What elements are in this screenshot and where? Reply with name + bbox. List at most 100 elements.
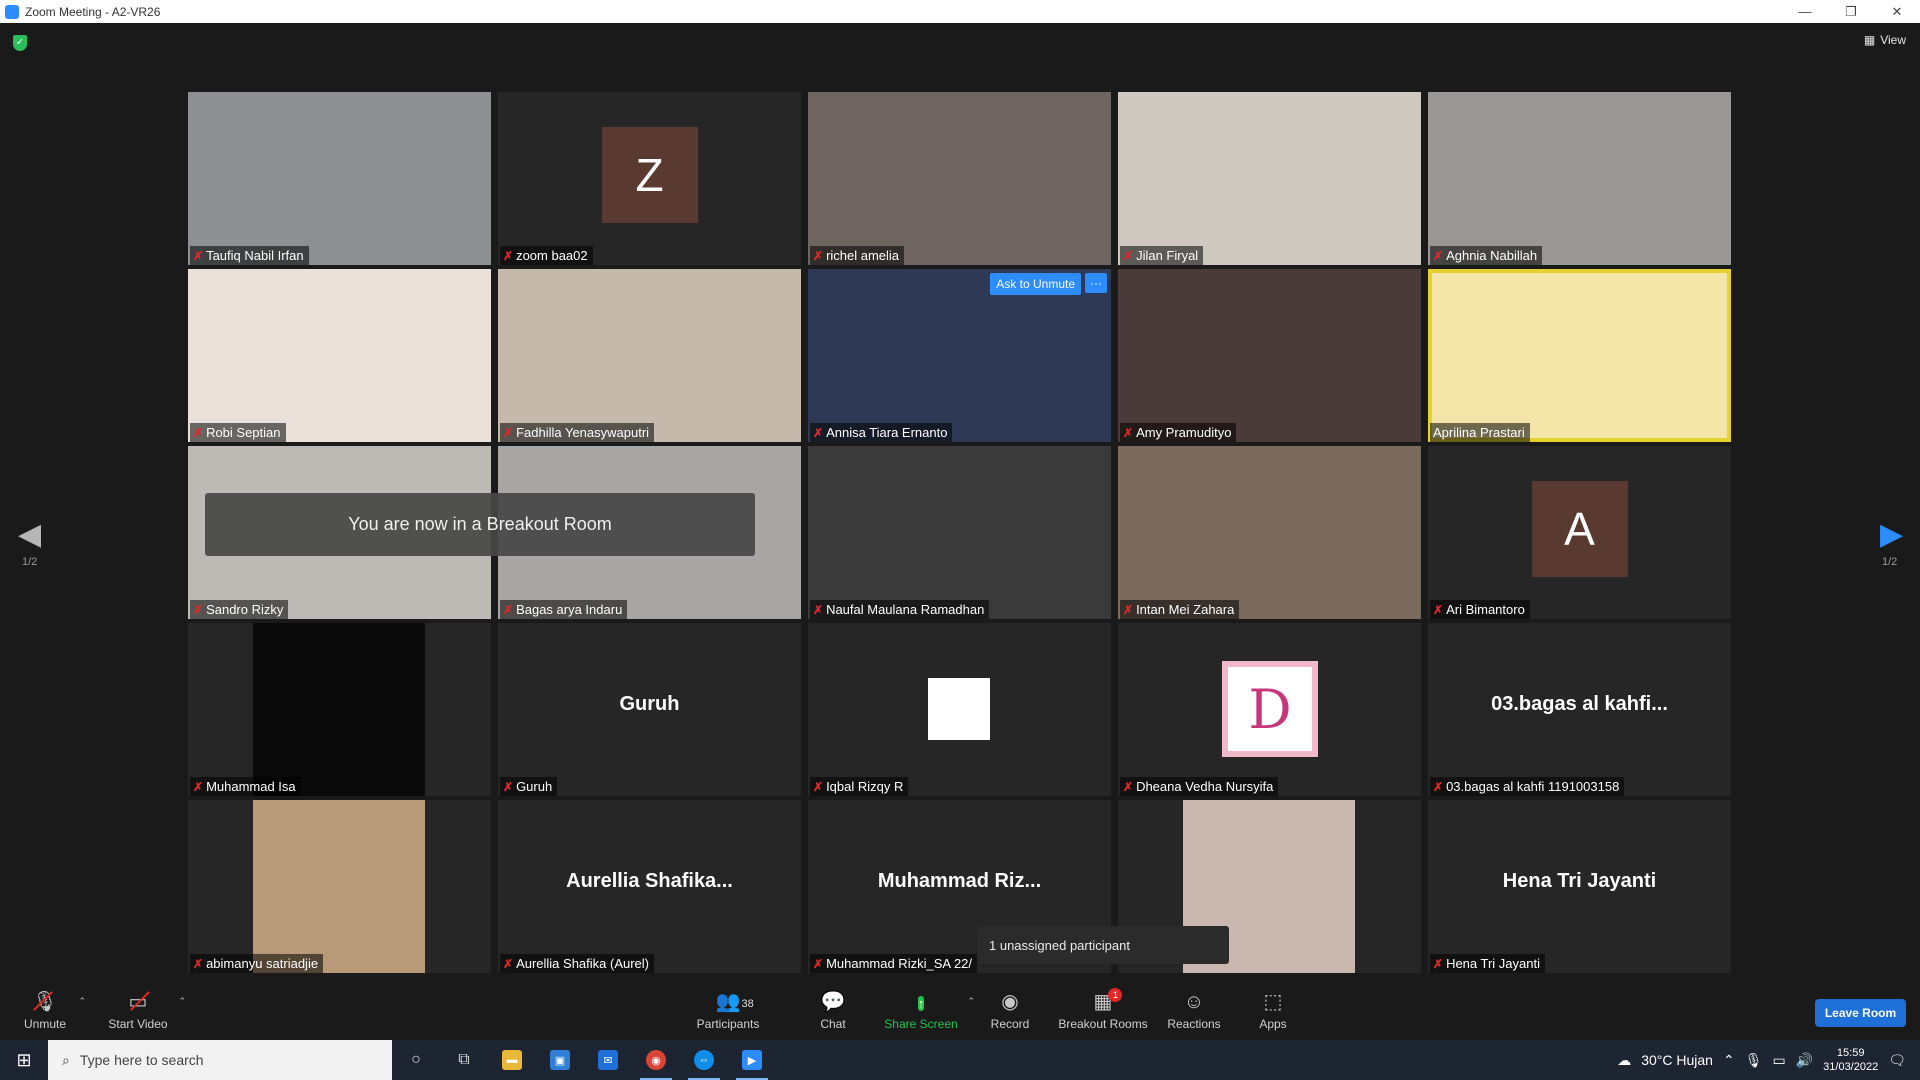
search-placeholder: Type here to search — [79, 1052, 204, 1068]
share-screen-label: Share Screen — [884, 1016, 958, 1031]
zoom-logo-icon — [5, 4, 19, 19]
microsoft-store-icon[interactable]: ▣ — [536, 1040, 584, 1080]
muted-mic-icon: ✗ — [1123, 248, 1134, 263]
page-indicator-left: 1/2 — [22, 556, 38, 568]
participant-name-tag: ✗ Aurellia Shafika (Aurel) — [500, 954, 655, 973]
more-options-button[interactable]: ··· — [1085, 273, 1107, 293]
participant-tile[interactable]: ✗ richel amelia — [808, 92, 1111, 265]
reactions-button[interactable]: ☺ Reactions — [1166, 980, 1222, 1040]
muted-mic-icon: ✗ — [813, 956, 824, 971]
zoom-taskbar-icon[interactable]: ▶ — [728, 1040, 776, 1080]
participant-tile[interactable]: Ask to Unmute ··· ✗ Annisa Tiara Ernanto — [808, 269, 1111, 442]
record-label: Record — [990, 1016, 1030, 1031]
avatar: D — [1222, 661, 1318, 757]
teamviewer-icon[interactable]: ⇔ — [680, 1040, 728, 1080]
participant-tile[interactable]: D ✗ Dheana Vedha Nursyifa — [1118, 623, 1421, 796]
participant-tile[interactable]: ✗ Taufiq Nabil Irfan — [188, 92, 491, 265]
taskbar-clock[interactable]: 15:59 31/03/2022 — [1823, 1046, 1878, 1074]
notifications-icon[interactable]: 🗨 — [1888, 1052, 1906, 1069]
breakout-rooms-icon: ▦ 1 — [1094, 987, 1123, 1014]
view-button[interactable]: ▦ View — [1864, 33, 1906, 47]
record-button[interactable]: ◉ Record — [988, 980, 1032, 1040]
minimize-button[interactable]: — — [1782, 0, 1828, 23]
chrome-icon[interactable]: ◉ — [632, 1040, 680, 1080]
grid-icon: ▦ — [1863, 33, 1876, 47]
breakout-rooms-button[interactable]: ▦ 1 Breakout Rooms — [1058, 980, 1148, 1040]
chat-label: Chat — [820, 1016, 846, 1031]
participant-name: Hena Tri Jayanti — [1446, 956, 1540, 971]
muted-mic-icon: ✗ — [193, 956, 204, 971]
weather-icon[interactable]: ☁ — [1617, 1052, 1631, 1069]
audio-options-caret-icon[interactable]: ⌃ — [78, 996, 86, 1007]
participant-tile[interactable]: Aprilina Prastari — [1428, 269, 1731, 442]
share-options-caret-icon[interactable]: ⌃ — [967, 996, 975, 1007]
participant-name: Aprilina Prastari — [1433, 425, 1525, 440]
task-view-icon[interactable]: ⧉ — [440, 1040, 488, 1080]
video-options-caret-icon[interactable]: ⌃ — [178, 996, 186, 1007]
page-indicator-right: 1/2 — [1882, 556, 1898, 568]
network-icon[interactable]: ▭ — [1772, 1052, 1785, 1069]
muted-mic-icon: ✗ — [503, 248, 514, 263]
participant-name-tag: ✗ Guruh — [500, 777, 558, 796]
participant-tile[interactable]: Z ✗ zoom baa02 — [498, 92, 801, 265]
taskbar-search-box[interactable]: ⌕ Type here to search — [48, 1040, 392, 1080]
participant-name-tag: ✗ Robi Septian — [190, 423, 286, 442]
windows-start-icon[interactable]: ⊞ — [0, 1040, 48, 1080]
apps-button[interactable]: ⬚ Apps — [1258, 980, 1288, 1040]
weather-text[interactable]: 30°C Hujan — [1641, 1052, 1713, 1068]
next-page-arrow-icon[interactable]: ▶ — [1880, 517, 1903, 552]
participant-video — [253, 800, 425, 973]
participant-name: Intan Mei Zahara — [1136, 602, 1235, 617]
participant-tile[interactable]: ✗ Aghnia Nabillah — [1428, 92, 1731, 265]
clock-date: 31/03/2022 — [1823, 1061, 1879, 1073]
participant-tile[interactable]: Aurellia Shafika... ✗ Aurellia Shafika (Au… — [498, 800, 801, 973]
chat-button[interactable]: 💬 Chat — [810, 980, 856, 1040]
zoom-window: Zoom Meeting - A2-VR26 — ❐ ✕ ✓ ▦ View ✗ T… — [0, 0, 1920, 1080]
participant-tile[interactable]: ✗ Naufal Maulana Ramadhan — [808, 446, 1111, 619]
participant-tile[interactable]: ✗ Robi Septian — [188, 269, 491, 442]
previous-page-arrow-icon[interactable]: ◀ — [18, 517, 41, 552]
muted-mic-icon: ✗ — [813, 248, 824, 263]
mail-icon[interactable]: ✉ — [584, 1040, 632, 1080]
participant-tile[interactable]: Guruh ✗ Guruh — [498, 623, 801, 796]
cortana-icon[interactable]: ○ — [392, 1040, 440, 1080]
participant-name-tag: ✗ Jilan Firyal — [1120, 246, 1204, 265]
leave-room-button[interactable]: Leave Room — [1815, 999, 1906, 1027]
tray-chevron-icon[interactable]: ⌃ — [1723, 1052, 1735, 1069]
participant-tile[interactable]: ✗ Muhammad Isa — [188, 623, 491, 796]
participant-name-tag: ✗ 03.bagas al kahfi 1191003158 — [1430, 777, 1625, 796]
view-label: View — [1880, 33, 1906, 47]
start-video-button[interactable]: ▭ Start Video ⌃ — [106, 980, 186, 1040]
restore-button[interactable]: ❐ — [1828, 0, 1874, 23]
share-screen-button[interactable]: ↑ Share Screen ⌃ — [883, 980, 975, 1040]
encryption-shield-icon[interactable]: ✓ — [13, 35, 27, 51]
participant-tile[interactable]: Hena Tri Jayanti ✗ Hena Tri Jayanti — [1428, 800, 1731, 973]
participant-tile[interactable]: ✗ Jilan Firyal — [1118, 92, 1421, 265]
record-icon: ◉ — [1001, 990, 1019, 1013]
participant-tile[interactable]: ✗ Fadhilla Yenasywaputri — [498, 269, 801, 442]
participant-display-name: 03.bagas al kahfi... — [1491, 693, 1668, 715]
participant-tile[interactable]: ✗ Amy Pramudityo — [1118, 269, 1421, 442]
participant-name: Muhammad Rizki_SA 22/ — [826, 956, 973, 971]
close-button[interactable]: ✕ — [1874, 0, 1920, 23]
microphone-tray-icon[interactable]: 🎙 — [1745, 1052, 1763, 1069]
participant-tile[interactable]: ✗ Iqbal Rizqy R — [808, 623, 1111, 796]
unmute-button[interactable]: 🎙 Unmute ⌃ — [20, 980, 86, 1040]
file-explorer-icon[interactable]: ▬ — [488, 1040, 536, 1080]
participant-tile[interactable]: A ✗ Ari Bimantoro — [1428, 446, 1731, 619]
unmute-label: Unmute — [23, 1016, 67, 1031]
apps-label: Apps — [1259, 1016, 1287, 1031]
ask-to-unmute-button[interactable]: Ask to Unmute — [990, 273, 1081, 295]
avatar: A — [1531, 480, 1628, 577]
participant-tile[interactable]: 03.bagas al kahfi... ✗ 03.bagas al kahfi 1… — [1428, 623, 1731, 796]
participant-tile[interactable]: ✗ abimanyu satriadjie — [188, 800, 491, 973]
participant-tile[interactable]: ✗ Intan Mei Zahara — [1118, 446, 1421, 619]
muted-mic-icon: ✗ — [503, 779, 514, 794]
muted-mic-icon: ✗ — [1433, 248, 1444, 263]
participant-display-name: Aurellia Shafika... — [566, 870, 733, 892]
participant-name: Guruh — [516, 779, 553, 794]
muted-mic-icon: ✗ — [813, 602, 824, 617]
participants-label: Participants — [696, 1016, 760, 1031]
participants-button[interactable]: 👥 38 Participants — [694, 980, 762, 1040]
volume-icon[interactable]: 🔊 — [1796, 1052, 1813, 1069]
